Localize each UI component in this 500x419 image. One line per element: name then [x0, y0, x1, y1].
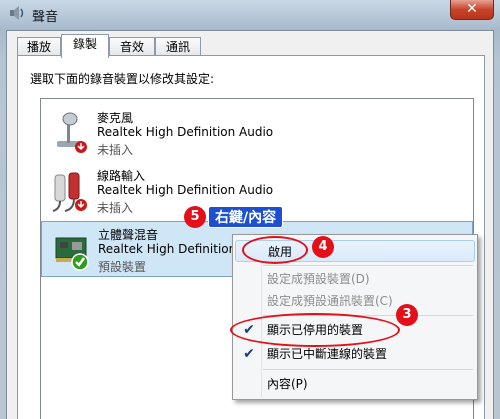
- menu-item-label: 內容(P): [267, 377, 308, 391]
- tab-recording[interactable]: 錄製: [61, 34, 109, 58]
- tab-playback[interactable]: 播放: [17, 37, 61, 57]
- device-status: 預設裝置: [98, 260, 147, 274]
- device-item-microphone[interactable]: 麥克風 Realtek High Definition Audio 未插入: [41, 105, 473, 161]
- device-driver: Realtek High Definition: [98, 242, 237, 256]
- menu-item-show-disconnected[interactable]: ✔ 顯示已中斷連線的裝置: [235, 343, 475, 365]
- device-status: 未插入: [97, 143, 134, 157]
- device-driver: Realtek High Definition Audio: [97, 183, 274, 197]
- annotation-badge-step4: 4: [312, 236, 334, 258]
- menu-item-label: 設定成預設通訊裝置(C): [267, 294, 393, 308]
- tab-label: 錄製: [72, 37, 97, 51]
- menu-item-label: 設定成預設裝置(D): [267, 272, 370, 286]
- menu-item-set-default-communication[interactable]: 設定成預設通訊裝置(C): [235, 290, 475, 312]
- window-title: 聲音: [32, 10, 59, 25]
- device-name: 立體聲混音: [98, 228, 159, 242]
- device-name: 麥克風: [97, 111, 134, 125]
- device-name: 線路輸入: [97, 169, 146, 183]
- tab-label: 通訊: [165, 40, 190, 54]
- device-status: 未插入: [97, 201, 134, 215]
- tab-label: 音效: [119, 40, 144, 54]
- menu-separator: [263, 369, 473, 370]
- annotation-circle-show-disabled: [230, 313, 400, 347]
- menu-item-properties[interactable]: 內容(P): [235, 373, 475, 395]
- annotation-badge-step3: 3: [396, 304, 418, 326]
- tab-label: 播放: [26, 40, 51, 54]
- annotation-callout-right-click: 右鍵/內容: [208, 206, 284, 228]
- title-bar: 聲音 ✕: [0, 0, 500, 30]
- annotation-badge-step5: 5: [184, 206, 206, 228]
- tab-sounds[interactable]: 音效: [109, 37, 155, 57]
- close-button[interactable]: ✕: [450, 0, 494, 20]
- close-icon: ✕: [466, 1, 478, 17]
- line-in-jack-icon: [52, 172, 87, 212]
- annotation-circle-enable: [242, 236, 308, 264]
- speaker-icon: [10, 6, 24, 20]
- device-driver: Realtek High Definition Audio: [97, 125, 274, 139]
- checkmark-icon: ✔: [243, 346, 255, 362]
- menu-item-set-default[interactable]: 設定成預設裝置(D): [235, 268, 475, 290]
- tab-communications[interactable]: 通訊: [155, 37, 201, 57]
- sound-card-icon: [55, 237, 89, 271]
- menu-separator: [263, 265, 473, 266]
- instruction-text: 選取下面的錄音裝置以修改其設定:: [30, 72, 215, 86]
- microphone-icon: [57, 112, 87, 153]
